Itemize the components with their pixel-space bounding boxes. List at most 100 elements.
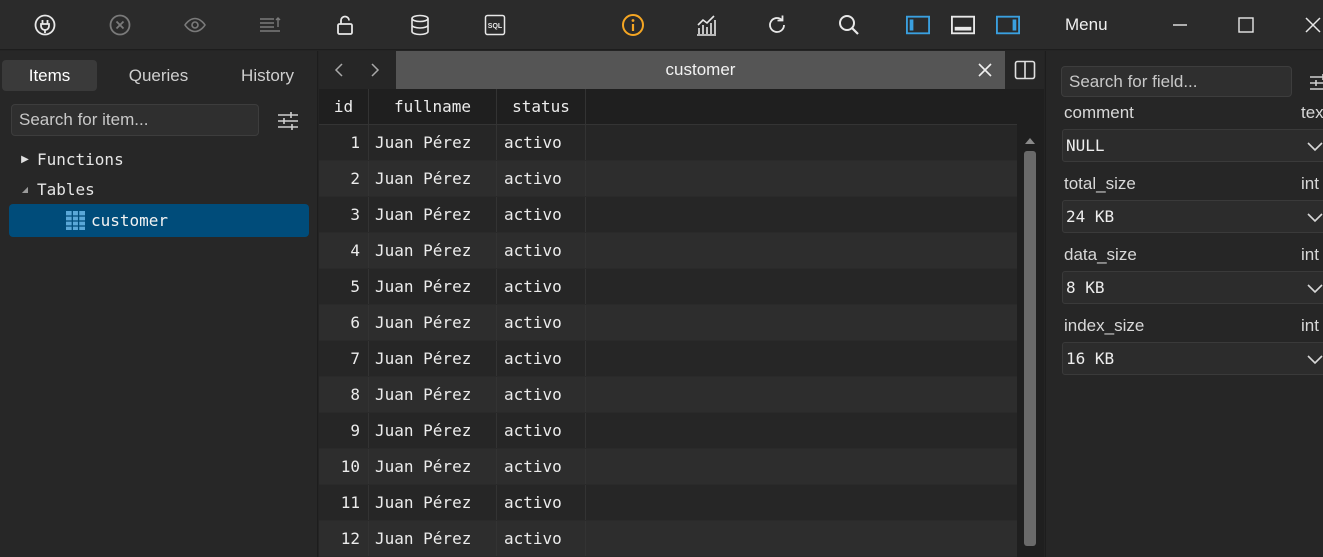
cell-id[interactable]: 2	[319, 161, 369, 196]
cell-fullname[interactable]: Juan Pérez	[369, 269, 497, 304]
cell-status[interactable]: activo	[497, 161, 586, 196]
info-icon[interactable]	[616, 8, 650, 42]
cell-id[interactable]: 8	[319, 377, 369, 412]
table-row[interactable]: 11 Juan Pérez activo	[319, 485, 1017, 521]
cell-fullname[interactable]: Juan Pérez	[369, 233, 497, 268]
field-search-input[interactable]	[1061, 66, 1292, 97]
cell-id[interactable]: 4	[319, 233, 369, 268]
results-grid: id fullname status 1 Juan Pérez activo 2 Jua…	[319, 89, 1017, 557]
filter-settings-icon[interactable]	[276, 109, 300, 133]
lock-icon[interactable]	[328, 8, 362, 42]
cell-status[interactable]: activo	[497, 377, 586, 412]
cell-filler	[586, 449, 1017, 484]
scroll-up-icon[interactable]	[1024, 135, 1036, 147]
table-row[interactable]: 6 Juan Pérez activo	[319, 305, 1017, 341]
vertical-scrollbar[interactable]	[1021, 135, 1037, 557]
field-value-select[interactable]: 24 KB	[1062, 200, 1323, 233]
cell-id[interactable]: 5	[319, 269, 369, 304]
cell-fullname[interactable]: Juan Pérez	[369, 413, 497, 448]
tree-item-tables[interactable]: ◢ Tables	[18, 174, 95, 204]
close-window-icon[interactable]	[1296, 8, 1323, 42]
column-header-id[interactable]: id	[319, 89, 369, 124]
table-row[interactable]: 5 Juan Pérez activo	[319, 269, 1017, 305]
cell-fullname[interactable]: Juan Pérez	[369, 305, 497, 340]
close-circle-icon[interactable]	[103, 8, 137, 42]
table-row[interactable]: 9 Juan Pérez activo	[319, 413, 1017, 449]
cell-id[interactable]: 6	[319, 305, 369, 340]
field-value-select[interactable]: 16 KB	[1062, 342, 1323, 375]
tree-item-customer[interactable]: customer	[9, 204, 309, 237]
sort-lines-icon[interactable]	[253, 8, 287, 42]
cell-fullname[interactable]: Juan Pérez	[369, 341, 497, 376]
chevron-down-icon[interactable]	[1307, 352, 1323, 366]
cell-fullname[interactable]: Juan Pérez	[369, 125, 497, 160]
cell-id[interactable]: 3	[319, 197, 369, 232]
cell-id[interactable]: 7	[319, 341, 369, 376]
chevron-down-icon[interactable]	[1307, 281, 1323, 295]
cell-id[interactable]: 11	[319, 485, 369, 520]
table-row[interactable]: 1 Juan Pérez activo	[319, 125, 1017, 161]
cell-status[interactable]: activo	[497, 449, 586, 484]
column-header-fullname[interactable]: fullname	[369, 89, 497, 124]
close-tab-icon[interactable]	[975, 60, 995, 80]
cell-id[interactable]: 9	[319, 413, 369, 448]
chevron-down-icon[interactable]	[1307, 210, 1323, 224]
tab-history[interactable]: History	[220, 60, 315, 91]
split-view-icon[interactable]	[1014, 60, 1036, 80]
cell-fullname[interactable]: Juan Pérez	[369, 161, 497, 196]
table-row[interactable]: 10 Juan Pérez activo	[319, 449, 1017, 485]
cell-status[interactable]: activo	[497, 341, 586, 376]
cell-id[interactable]: 10	[319, 449, 369, 484]
maximize-icon[interactable]	[1229, 8, 1263, 42]
cell-fullname[interactable]: Juan Pérez	[369, 485, 497, 520]
cell-status[interactable]: activo	[497, 521, 586, 556]
cell-status[interactable]: activo	[497, 269, 586, 304]
tab-customer[interactable]: customer	[396, 51, 1005, 89]
tree-item-label: customer	[91, 211, 169, 230]
cell-status[interactable]: activo	[497, 197, 586, 232]
minimize-icon[interactable]	[1163, 8, 1197, 42]
cell-fullname[interactable]: Juan Pérez	[369, 197, 497, 232]
table-row[interactable]: 2 Juan Pérez activo	[319, 161, 1017, 197]
cell-id[interactable]: 1	[319, 125, 369, 160]
column-header-status[interactable]: status	[497, 89, 586, 124]
panel-left-icon[interactable]	[901, 8, 935, 42]
database-icon[interactable]	[403, 8, 437, 42]
cell-fullname[interactable]: Juan Pérez	[369, 521, 497, 556]
eye-icon[interactable]	[178, 8, 212, 42]
cell-status[interactable]: activo	[497, 125, 586, 160]
sql-icon-label: SQL	[488, 23, 503, 30]
grid-body: 1 Juan Pérez activo 2 Juan Pérez activo 3 Juan …	[319, 125, 1017, 557]
filter-settings-icon[interactable]	[1308, 71, 1323, 95]
field-value-select[interactable]: 8 KB	[1062, 271, 1323, 304]
cell-status[interactable]: activo	[497, 413, 586, 448]
plug-icon[interactable]	[28, 8, 62, 42]
item-search-input[interactable]	[11, 104, 259, 136]
table-row[interactable]: 7 Juan Pérez activo	[319, 341, 1017, 377]
cell-fullname[interactable]: Juan Pérez	[369, 449, 497, 484]
scrollbar-thumb[interactable]	[1024, 151, 1036, 546]
table-row[interactable]: 3 Juan Pérez activo	[319, 197, 1017, 233]
stats-icon[interactable]	[689, 8, 723, 42]
field-value-select[interactable]: NULL	[1062, 129, 1323, 162]
cell-id[interactable]: 12	[319, 521, 369, 556]
cell-fullname[interactable]: Juan Pérez	[369, 377, 497, 412]
menu-button[interactable]: Menu	[1065, 15, 1108, 35]
nav-back-icon[interactable]	[327, 59, 351, 81]
chevron-down-icon[interactable]	[1307, 139, 1323, 153]
cell-status[interactable]: activo	[497, 305, 586, 340]
cell-status[interactable]: activo	[497, 485, 586, 520]
panel-bottom-icon[interactable]	[946, 8, 980, 42]
tab-items[interactable]: Items	[2, 60, 97, 91]
cell-status[interactable]: activo	[497, 233, 586, 268]
tab-queries[interactable]: Queries	[111, 60, 206, 91]
nav-forward-icon[interactable]	[363, 59, 387, 81]
tree-item-functions[interactable]: ▶ Functions	[18, 144, 124, 174]
refresh-icon[interactable]	[760, 8, 794, 42]
panel-right-icon[interactable]	[991, 8, 1025, 42]
sql-icon[interactable]: SQL	[478, 8, 512, 42]
search-icon[interactable]	[832, 8, 866, 42]
table-row[interactable]: 12 Juan Pérez activo	[319, 521, 1017, 557]
table-row[interactable]: 4 Juan Pérez activo	[319, 233, 1017, 269]
table-row[interactable]: 8 Juan Pérez activo	[319, 377, 1017, 413]
